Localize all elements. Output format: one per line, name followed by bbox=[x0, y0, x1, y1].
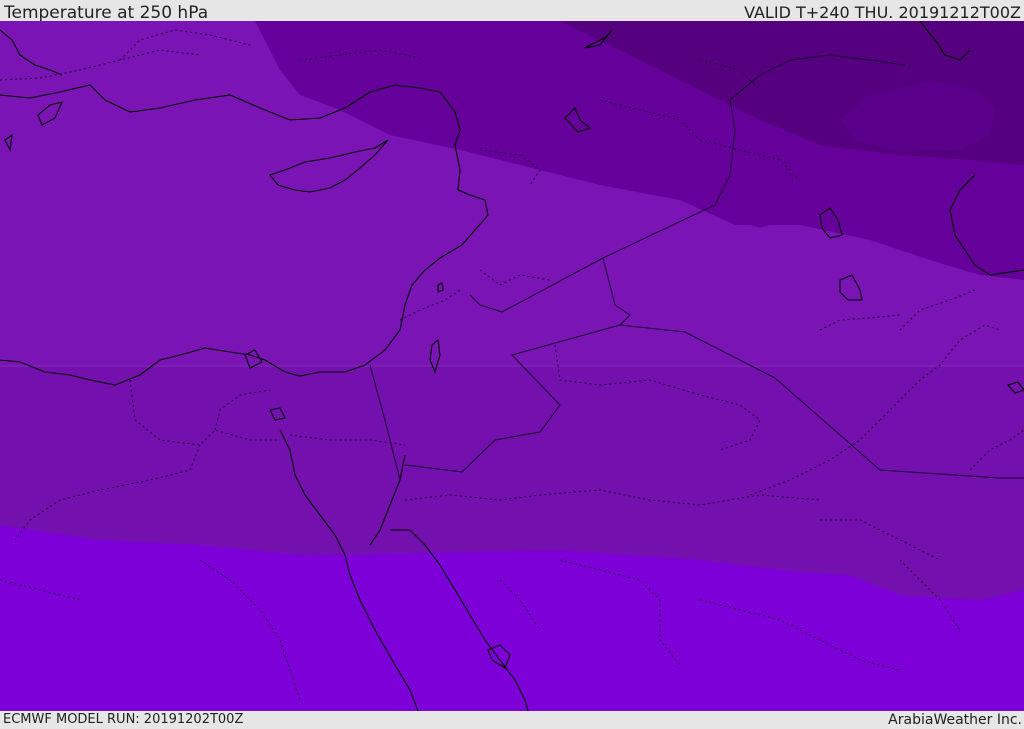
model-run: ECMWF MODEL RUN: 20191202T00Z bbox=[3, 712, 244, 727]
map-title: Temperature at 250 hPa bbox=[4, 3, 209, 23]
footer-bar: ECMWF MODEL RUN: 20191202T00Z ArabiaWeat… bbox=[0, 711, 1024, 729]
header-bar: Temperature at 250 hPa VALID T+240 THU. … bbox=[0, 0, 1024, 23]
weather-map bbox=[0, 21, 1024, 711]
credit: ArabiaWeather Inc. bbox=[888, 712, 1022, 728]
valid-time: VALID T+240 THU. 20191212T00Z bbox=[744, 3, 1021, 22]
